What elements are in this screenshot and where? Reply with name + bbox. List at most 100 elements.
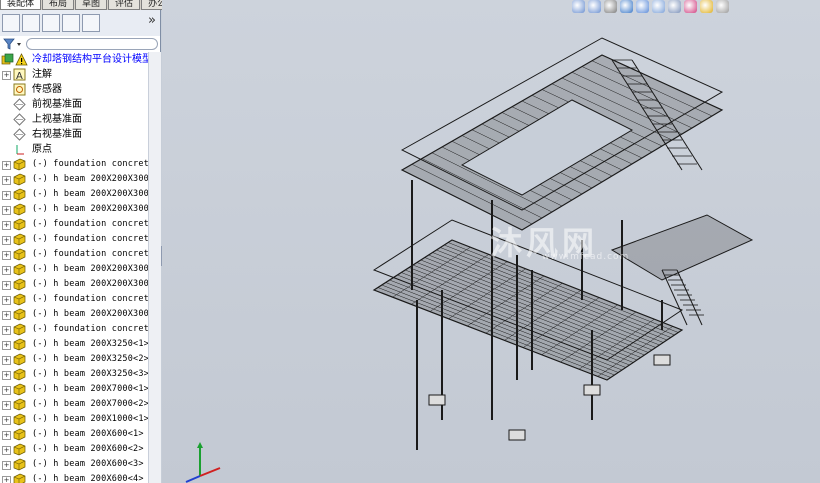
origin-icon [16,145,24,155]
expand-toggle-icon[interactable]: + [2,386,11,395]
tree-item-label: 前视基准面 [32,99,82,110]
part-icon [13,248,26,261]
display-manager-tab-icon[interactable] [82,14,100,32]
filter-row [0,36,160,52]
tree-root[interactable]: 冷却塔钢结构平台设计模型 [0,52,148,67]
expand-toggle-icon[interactable]: + [2,461,11,470]
assembly-icon [1,53,14,65]
expand-toggle-icon[interactable]: + [2,236,11,245]
expand-toggle-icon[interactable]: + [2,371,11,380]
property-manager-tab-icon[interactable] [22,14,40,32]
tree-item-label: (-) h beam 200X200X3000 [32,204,148,214]
tree-item[interactable]: 原点 [0,142,148,157]
tree-item-label: (-) h beam 200X200X3000 [32,309,148,319]
part-icon [13,293,26,306]
part-icon [13,218,26,231]
tree-item[interactable]: + (-) h beam 200X200X3000 [0,307,148,322]
tree-item[interactable]: + (-) h beam 200X3250<2> [0,352,148,367]
tab-1[interactable]: 装配体 [0,0,42,10]
tree-item[interactable]: 右视基准面 [0,127,148,142]
tree-root-label: 冷却塔钢结构平台设计模型 [32,54,148,65]
tree-item-label: (-) h beam 200X600<4> ( [32,474,148,483]
graphics-viewport[interactable]: 沐风网 www.mfcad.com [162,0,820,483]
tree-item[interactable]: + (-) h beam 200X1000<1> [0,412,148,427]
expand-toggle-icon[interactable]: + [2,341,11,350]
tree-item[interactable]: + (-) foundation concrete [0,247,148,262]
configuration-manager-tab-icon[interactable] [42,14,60,32]
expand-toggle-icon[interactable]: + [2,296,11,305]
tree-item[interactable]: + (-) h beam 200X3250<3> [0,367,148,382]
dimxpert-tab-icon[interactable] [62,14,80,32]
watermark-url: www.mfcad.com [542,252,630,262]
tree-item[interactable]: + (-) foundation concrete [0,217,148,232]
tree-item[interactable]: + (-) h beam 200X600<1> ( [0,427,148,442]
expand-toggle-icon[interactable]: + [2,476,11,483]
tree-item[interactable]: + (-) h beam 200X200X3000 [0,172,148,187]
expand-toggle-icon[interactable]: + [2,416,11,425]
tree-item[interactable]: + (-) foundation concrete [0,232,148,247]
part-icon [13,323,26,336]
warning-icon [15,53,28,66]
annotation-icon: A [13,68,26,81]
tab-2[interactable]: 布局 [42,0,75,10]
tree-item[interactable]: + (-) foundation concrete [0,322,148,337]
tree-item[interactable]: 传感器 [0,82,148,97]
tree-item-label: (-) h beam 200X7000<2> [32,399,148,409]
tree-item[interactable]: + (-) h beam 200X600<2> ( [0,442,148,457]
tree-item-label: (-) h beam 200X200X3000 [32,174,148,184]
tree-item-label: (-) h beam 200X200X3000 [32,279,148,289]
triad-axis-icon [185,442,221,483]
filter-icon[interactable] [3,38,23,50]
expand-toggle-icon[interactable]: + [2,281,11,290]
expand-toggle-icon[interactable]: + [2,251,11,260]
tree-item-label: (-) foundation concrete [32,159,148,169]
tree-item[interactable]: + (-) foundation concrete [0,157,148,172]
feature-tree-tab-icon[interactable] [2,14,20,32]
tree-item[interactable]: 前视基准面 [0,97,148,112]
tree-item[interactable]: + (-) h beam 200X200X3000 [0,277,148,292]
expand-toggle-icon[interactable]: + [2,161,11,170]
svg-text:A: A [16,71,23,81]
expand-toggle-icon[interactable]: + [2,446,11,455]
filter-input[interactable] [26,38,158,50]
tab-4[interactable]: 评估 [108,0,141,10]
tree-item[interactable]: + (-) h beam 200X200X3000 [0,262,148,277]
tree-item-label: (-) h beam 200X600<2> ( [32,444,148,454]
tree-item-label: (-) foundation concrete [32,324,148,334]
expand-toggle-icon[interactable]: + [2,191,11,200]
expand-toggle-icon[interactable]: + [2,176,11,185]
tree-item[interactable]: + (-) h beam 200X7000<2> [0,397,148,412]
tree-item-label: (-) foundation concrete [32,249,148,259]
expand-toggle-icon[interactable]: + [2,356,11,365]
expand-toggle-icon[interactable]: + [2,431,11,440]
expand-toggle-icon[interactable]: + [2,221,11,230]
plane-icon [13,128,26,141]
tree-item[interactable]: + (-) foundation concrete [0,292,148,307]
tree-item[interactable]: + (-) h beam 200X3250<1> [0,337,148,352]
tree-item-label: 传感器 [32,84,62,95]
expand-toggle-icon[interactable]: + [2,311,11,320]
tree-item[interactable]: + A 注解 [0,67,148,82]
expand-toggle-icon[interactable]: + [2,266,11,275]
tree-item-label: (-) h beam 200X600<3> ( [32,459,148,469]
expand-toggle-icon[interactable]: + [2,401,11,410]
tree-item-label: 上视基准面 [32,114,82,125]
part-icon [13,383,26,396]
expand-toggle-icon[interactable]: + [2,326,11,335]
tree-item[interactable]: 上视基准面 [0,112,148,127]
sensor-icon [13,83,26,96]
tab-3[interactable]: 草图 [75,0,108,10]
part-icon [13,458,26,471]
tree-item[interactable]: + (-) h beam 200X200X3000 [0,202,148,217]
tree-item[interactable]: + (-) h beam 200X200X3000 [0,187,148,202]
panel-expand-chevron[interactable]: » [148,13,156,28]
tree-item[interactable]: + (-) h beam 200X600<3> ( [0,457,148,472]
tree-item[interactable]: + (-) h beam 200X600<4> ( [0,472,148,483]
expand-toggle-icon[interactable]: + [2,71,11,80]
tree-scrollbar[interactable] [148,52,161,483]
expand-toggle-icon[interactable]: + [2,206,11,215]
tree-item-label: (-) h beam 200X7000<1> [32,384,148,394]
tree-item[interactable]: + (-) h beam 200X7000<1> [0,382,148,397]
part-icon [13,353,26,366]
part-icon [13,278,26,291]
